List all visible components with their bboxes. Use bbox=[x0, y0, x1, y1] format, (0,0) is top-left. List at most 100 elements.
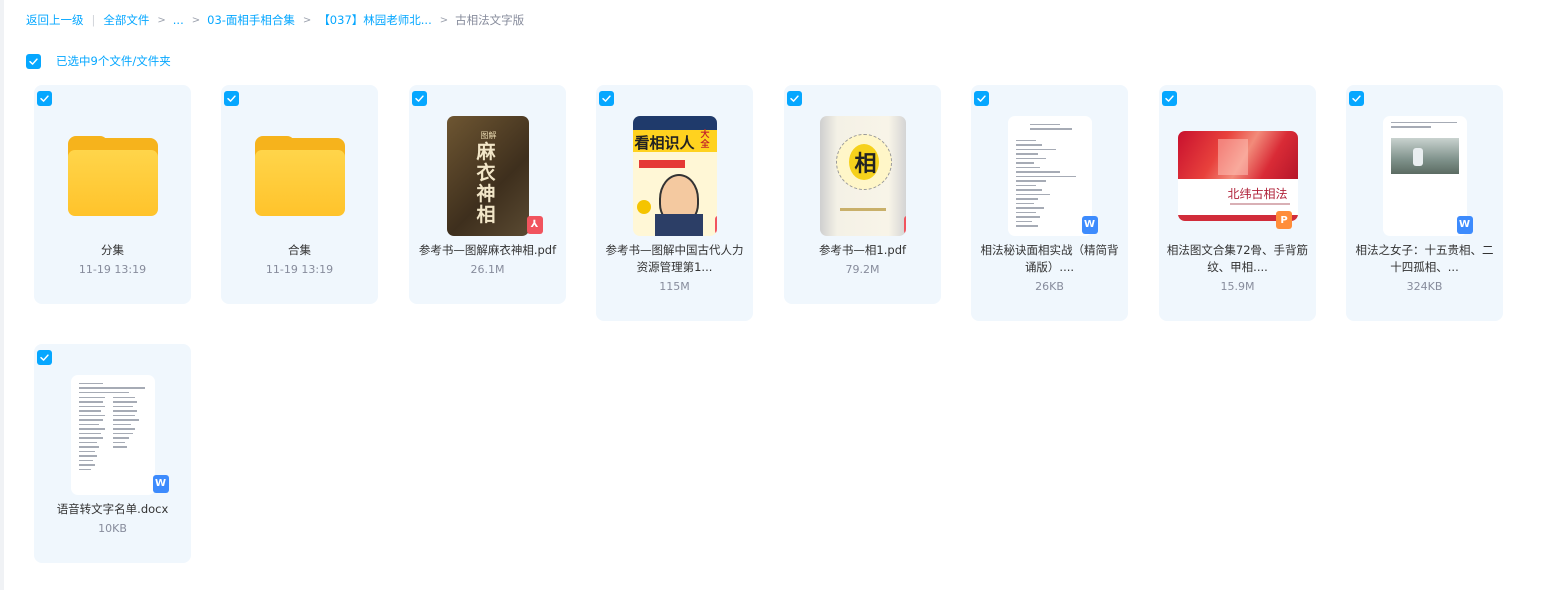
file-name: 参考书—相1.pdf bbox=[818, 243, 907, 257]
file-card[interactable]: W 相法之女子：十五贵相、二十四孤相、... 324KB bbox=[1346, 85, 1503, 321]
file-thumbnail: 相 ⅄ bbox=[784, 113, 941, 238]
file-checkbox[interactable] bbox=[224, 91, 239, 106]
check-icon bbox=[1352, 95, 1361, 102]
file-card[interactable]: 合集 11-19 13:19 bbox=[221, 85, 378, 304]
file-meta: 26.1M bbox=[470, 263, 505, 276]
file-card[interactable]: 分集 11-19 13:19 bbox=[34, 85, 191, 304]
file-thumbnail: W bbox=[34, 372, 191, 497]
check-icon bbox=[227, 95, 236, 102]
file-name-block: 相法图文合集72骨、手背筋纹、甲相.... 15.9M bbox=[1165, 242, 1310, 295]
cover-title: 相 bbox=[854, 151, 877, 177]
back-link[interactable]: 返回上一级 bbox=[26, 12, 84, 28]
file-name: 分集 bbox=[101, 243, 124, 257]
crumb-ellipsis[interactable]: ... bbox=[173, 13, 184, 27]
book-cover: 相 ⅄ bbox=[819, 115, 906, 236]
file-card[interactable]: 相 ⅄ 参考书—相1.pdf 79.2M bbox=[784, 85, 941, 304]
check-icon bbox=[40, 95, 49, 102]
left-panel-edge bbox=[0, 0, 4, 590]
doc-preview: W bbox=[1007, 115, 1098, 236]
file-name-block: 参考书—相1.pdf 79.2M bbox=[790, 242, 935, 278]
word-icon: W bbox=[1456, 215, 1473, 234]
file-card[interactable]: W 相法秘诀面相实战（精简背诵版）.... 26KB bbox=[971, 85, 1128, 321]
pdf-icon: ⅄ bbox=[526, 215, 543, 234]
check-icon bbox=[977, 95, 986, 102]
check-icon bbox=[790, 95, 799, 102]
file-name-block: 分集 11-19 13:19 bbox=[40, 242, 185, 278]
file-checkbox[interactable] bbox=[787, 91, 802, 106]
file-meta: 11-19 13:19 bbox=[265, 263, 334, 276]
file-thumbnail: 看相识人 大全 ⅄ bbox=[596, 113, 753, 238]
pdf-icon: ⅄ bbox=[903, 215, 906, 234]
file-name-block: 相法之女子：十五贵相、二十四孤相、... 324KB bbox=[1352, 242, 1497, 295]
file-checkbox[interactable] bbox=[1162, 91, 1177, 106]
pdf-icon: ⅄ bbox=[714, 215, 717, 234]
file-meta: 11-19 13:19 bbox=[78, 263, 147, 276]
file-thumbnail: 图解 麻衣神相 ⅄ bbox=[409, 113, 566, 238]
cover-title: 看相识人 bbox=[634, 133, 695, 152]
file-name-block: 参考书—图解中国古代人力资源管理第1... 115M bbox=[602, 242, 747, 295]
select-all-checkbox[interactable] bbox=[26, 53, 41, 69]
crumb-level1[interactable]: 03-面相手相合集 bbox=[207, 12, 295, 28]
file-checkbox[interactable] bbox=[37, 350, 52, 365]
word-icon: W bbox=[1081, 215, 1098, 234]
folder-icon bbox=[67, 135, 158, 216]
cover-title: 麻衣神相 bbox=[476, 140, 496, 226]
slide-preview: 北纬古相法 bbox=[1177, 130, 1298, 221]
doc-preview: W bbox=[1382, 115, 1473, 236]
crumb-all-files[interactable]: 全部文件 bbox=[103, 12, 149, 28]
file-meta: 26KB bbox=[1035, 280, 1064, 293]
file-checkbox[interactable] bbox=[974, 91, 989, 106]
file-name: 语音转文字名单.docx bbox=[56, 502, 169, 516]
ppt-icon: P bbox=[1276, 211, 1292, 229]
file-meta: 324KB bbox=[1406, 280, 1443, 293]
file-checkbox[interactable] bbox=[1349, 91, 1364, 106]
check-icon bbox=[1165, 95, 1174, 102]
file-card[interactable]: W 语音转文字名单.docx 10KB bbox=[34, 344, 191, 563]
file-name-block: 参考书—图解麻衣神相.pdf 26.1M bbox=[415, 242, 560, 278]
file-thumbnail bbox=[221, 113, 378, 238]
chevron-right-icon: > bbox=[439, 14, 449, 26]
file-name-block: 语音转文字名单.docx 10KB bbox=[40, 501, 185, 537]
cover-subtitle: 图解 bbox=[480, 130, 497, 140]
file-meta: 115M bbox=[659, 280, 690, 293]
book-cover: 图解 麻衣神相 ⅄ bbox=[446, 115, 543, 236]
file-name-block: 相法秘诀面相实战（精简背诵版）.... 26KB bbox=[977, 242, 1122, 295]
chevron-right-icon: > bbox=[157, 14, 166, 26]
slide-title: 北纬古相法 bbox=[1227, 186, 1288, 201]
check-icon bbox=[602, 95, 611, 102]
selection-bar: 已选中9个文件/文件夹 bbox=[26, 53, 171, 69]
file-meta: 79.2M bbox=[845, 263, 880, 276]
chevron-right-icon: > bbox=[302, 14, 312, 26]
file-card[interactable]: 北纬古相法 P 相法图文合集72骨、手背筋纹、甲相.... 15.9M bbox=[1159, 85, 1316, 321]
file-name: 合集 bbox=[288, 243, 311, 257]
file-thumbnail bbox=[34, 113, 191, 238]
breadcrumb: 返回上一级 | 全部文件 > ... > 03-面相手相合集 > 【037】林园… bbox=[26, 12, 524, 28]
doc-preview: W bbox=[70, 374, 169, 495]
crumb-level2[interactable]: 【037】林园老师北... bbox=[318, 12, 431, 28]
file-thumbnail: W bbox=[1346, 113, 1503, 238]
file-name: 相法之女子：十五贵相、二十四孤相、... bbox=[1355, 243, 1494, 274]
file-card[interactable]: 看相识人 大全 ⅄ 参考书—图解中国古代人力资源管理第1... 115M bbox=[596, 85, 753, 321]
file-checkbox[interactable] bbox=[599, 91, 614, 106]
folder-icon bbox=[254, 135, 345, 216]
file-meta: 15.9M bbox=[1220, 280, 1255, 293]
file-card[interactable]: 图解 麻衣神相 ⅄ 参考书—图解麻衣神相.pdf 26.1M bbox=[409, 85, 566, 304]
file-name: 参考书—图解中国古代人力资源管理第1... bbox=[605, 243, 744, 274]
file-meta: 10KB bbox=[98, 522, 127, 535]
file-name: 相法秘诀面相实战（精简背诵版）.... bbox=[980, 243, 1119, 274]
file-checkbox[interactable] bbox=[412, 91, 427, 106]
crumb-current: 古相法文字版 bbox=[455, 13, 525, 27]
file-thumbnail: W bbox=[971, 113, 1128, 238]
file-name: 参考书—图解麻衣神相.pdf bbox=[418, 243, 557, 257]
word-icon: W bbox=[152, 474, 169, 493]
selection-count: 已选中9个文件/文件夹 bbox=[56, 54, 171, 68]
file-thumbnail: 北纬古相法 P bbox=[1159, 113, 1316, 238]
check-icon bbox=[29, 57, 38, 65]
check-icon bbox=[415, 95, 424, 102]
book-cover: 看相识人 大全 ⅄ bbox=[632, 115, 717, 236]
cover-subtitle: 大全 bbox=[700, 129, 710, 150]
file-checkbox[interactable] bbox=[37, 91, 52, 106]
chevron-right-icon: > bbox=[191, 14, 201, 26]
breadcrumb-divider: | bbox=[91, 13, 96, 27]
file-name: 相法图文合集72骨、手背筋纹、甲相.... bbox=[1166, 243, 1309, 274]
